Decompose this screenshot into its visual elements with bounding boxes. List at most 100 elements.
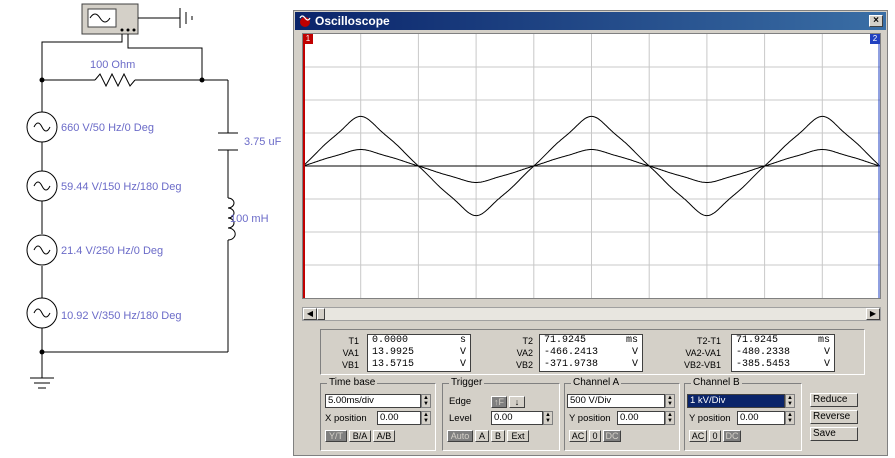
vb2-unit: V — [631, 359, 638, 370]
ac-source-4[interactable]: 10.92 V/350 Hz/180 Deg — [26, 297, 181, 329]
xpos-spinner-icon[interactable]: ▲ ▼ — [421, 411, 431, 425]
dvb-value: -385.5453 — [736, 359, 791, 370]
channel-a-scale-field[interactable]: 500 V/Div — [567, 394, 665, 408]
source-1-label: 660 V/50 Hz/0 Deg — [61, 122, 154, 134]
t1-labels: T1 VA1 VB1 — [341, 336, 359, 370]
channel-a-ypos-field[interactable]: 0.00 — [617, 411, 665, 425]
dt-value: 71.9245 — [736, 335, 779, 346]
inductor[interactable]: 100 mH — [227, 197, 269, 241]
channel-a-ypos-spinner-icon[interactable]: ▲ ▼ — [665, 411, 675, 425]
display-canvas — [302, 34, 881, 298]
timebase-group: Time base 5.00ms/div ▲ ▼ X position 0.00 … — [320, 377, 436, 451]
capacitor[interactable]: 3.75 uF — [218, 132, 282, 151]
dva-unit: V — [823, 347, 830, 358]
channel-b-scale-spinner-icon[interactable]: ▲ ▼ — [785, 394, 795, 408]
mode-ba-button[interactable]: B/A — [349, 430, 371, 442]
ac-source-1[interactable]: 660 V/50 Hz/0 Deg — [26, 111, 154, 143]
t1-value: 0.0000 — [372, 335, 409, 346]
edge-falling-button[interactable]: ↓ — [509, 396, 525, 408]
dt-readout-box: 71.9245 ms -480.2338 V -385.5453 V — [731, 334, 835, 372]
va2-unit: V — [631, 347, 638, 358]
t2-labels: T2 VA2 VB2 — [515, 336, 533, 370]
va1-value: 13.9925 — [372, 347, 415, 358]
oscilloscope-display: 1 2 — [302, 33, 881, 299]
vb2-value: -371.9738 — [544, 359, 599, 370]
mode-ab-button[interactable]: A/B — [373, 430, 395, 442]
dva-value: -480.2338 — [736, 347, 791, 358]
channel-a-zero-button[interactable]: 0 — [589, 430, 601, 442]
t2-readout-box: 71.9245 ms -466.2413 V -371.9738 V — [539, 334, 643, 372]
xpos-field[interactable]: 0.00 — [377, 411, 421, 425]
trigger-b-button[interactable]: B — [491, 430, 505, 442]
reverse-button[interactable]: Reverse — [810, 410, 858, 424]
capacitor-label: 3.75 uF — [244, 136, 282, 148]
cursor-readouts: T1 VA1 VB1 0.0000 s 13.9925 V 13.5715 V T2 VA2… — [320, 329, 865, 375]
dt-labels: T2-T1 VA2-VA1 VB2-VB1 — [683, 336, 721, 370]
channel-a-ypos-label: Y position — [569, 413, 611, 424]
oscilloscope-instrument-icon[interactable] — [81, 3, 139, 35]
trigger-auto-button[interactable]: Auto — [447, 430, 473, 442]
channel-b-title: Channel B — [691, 377, 742, 388]
scroll-right-icon[interactable]: ▶ — [866, 308, 880, 320]
resistor[interactable]: 100 Ohm — [90, 59, 136, 88]
xpos-label: X position — [325, 413, 367, 424]
horizontal-scrollbar[interactable]: ◀ ▶ — [302, 307, 881, 321]
channel-a-ac-button[interactable]: AC — [569, 430, 587, 442]
edge-rising-button[interactable]: ↑F — [491, 396, 507, 408]
ac-source-3[interactable]: 21.4 V/250 Hz/0 Deg — [26, 234, 163, 266]
dvb-unit: V — [823, 359, 830, 370]
oscilloscope-window: Oscilloscope × 1 2 ◀ ▶ T1 VA1 VB1 0.0000 s … — [293, 10, 888, 456]
mode-yt-button[interactable]: Y/T — [325, 430, 347, 442]
scroll-thumb[interactable] — [317, 308, 325, 320]
dt-unit: ms — [817, 335, 830, 346]
channel-a-group: Channel A 500 V/Div ▲ ▼ Y position 0.00 ▲… — [564, 377, 680, 451]
t1-readout-box: 0.0000 s 13.9925 V 13.5715 V — [367, 334, 471, 372]
vb1-value: 13.5715 — [372, 359, 415, 370]
timebase-spinner-icon[interactable]: ▲ ▼ — [421, 394, 431, 408]
trigger-group: Trigger Edge ↑F ↓ Level 0.00 ▲ ▼ Auto A B… — [442, 377, 560, 451]
resistor-label: 100 Ohm — [90, 59, 135, 71]
channel-b-zero-button[interactable]: 0 — [709, 430, 721, 442]
channel-b-scale-field[interactable]: 1 kV/Div — [687, 394, 785, 408]
save-button[interactable]: Save — [810, 427, 858, 441]
channel-b-ac-button[interactable]: AC — [689, 430, 707, 442]
level-label: Level — [449, 413, 472, 424]
title-bar[interactable]: Oscilloscope × — [295, 12, 886, 30]
window-title: Oscilloscope — [315, 14, 390, 28]
close-icon[interactable]: × — [869, 15, 883, 27]
source-4-label: 10.92 V/350 Hz/180 Deg — [61, 310, 181, 322]
t2-unit: ms — [625, 335, 638, 346]
channel-b-ypos-field[interactable]: 0.00 — [737, 411, 785, 425]
cursor-1-marker[interactable]: 1 — [303, 34, 313, 44]
source-2-label: 59.44 V/150 Hz/180 Deg — [61, 181, 181, 193]
timebase-scale-field[interactable]: 5.00ms/div — [325, 394, 421, 408]
circuit-schematic: 100 Ohm 3.75 uF 100 mH 660 V/50 Hz/0 Deg… — [26, 3, 282, 389]
level-field[interactable]: 0.00 — [491, 411, 543, 425]
cursor-2-marker[interactable]: 2 — [870, 34, 880, 44]
edge-label: Edge — [449, 396, 472, 407]
oscilloscope-app-icon — [299, 15, 311, 27]
vb1-unit: V — [459, 359, 466, 370]
wires — [30, 34, 229, 389]
channel-a-scale-spinner-icon[interactable]: ▲ ▼ — [665, 394, 675, 408]
inductor-label: 100 mH — [230, 213, 269, 225]
channel-b-ypos-spinner-icon[interactable]: ▲ ▼ — [785, 411, 795, 425]
ac-source-2[interactable]: 59.44 V/150 Hz/180 Deg — [26, 170, 181, 202]
trigger-title: Trigger — [449, 377, 485, 388]
channel-b-ypos-label: Y position — [689, 413, 731, 424]
channel-b-dc-button[interactable]: DC — [723, 430, 741, 442]
channel-b-group: Channel B 1 kV/Div ▲ ▼ Y position 0.00 ▲ ▼… — [684, 377, 802, 451]
trigger-a-button[interactable]: A — [475, 430, 489, 442]
scroll-left-icon[interactable]: ◀ — [303, 308, 317, 320]
ground-icon — [138, 8, 193, 28]
va2-value: -466.2413 — [544, 347, 599, 358]
reduce-button[interactable]: Reduce — [810, 393, 858, 407]
level-spinner-icon[interactable]: ▲ ▼ — [543, 411, 553, 425]
va1-unit: V — [459, 347, 466, 358]
source-3-label: 21.4 V/250 Hz/0 Deg — [61, 245, 163, 257]
timebase-title: Time base — [327, 377, 378, 388]
channel-a-title: Channel A — [571, 377, 622, 388]
trigger-ext-button[interactable]: Ext — [507, 430, 529, 442]
channel-a-dc-button[interactable]: DC — [603, 430, 621, 442]
t2-value: 71.9245 — [544, 335, 587, 346]
